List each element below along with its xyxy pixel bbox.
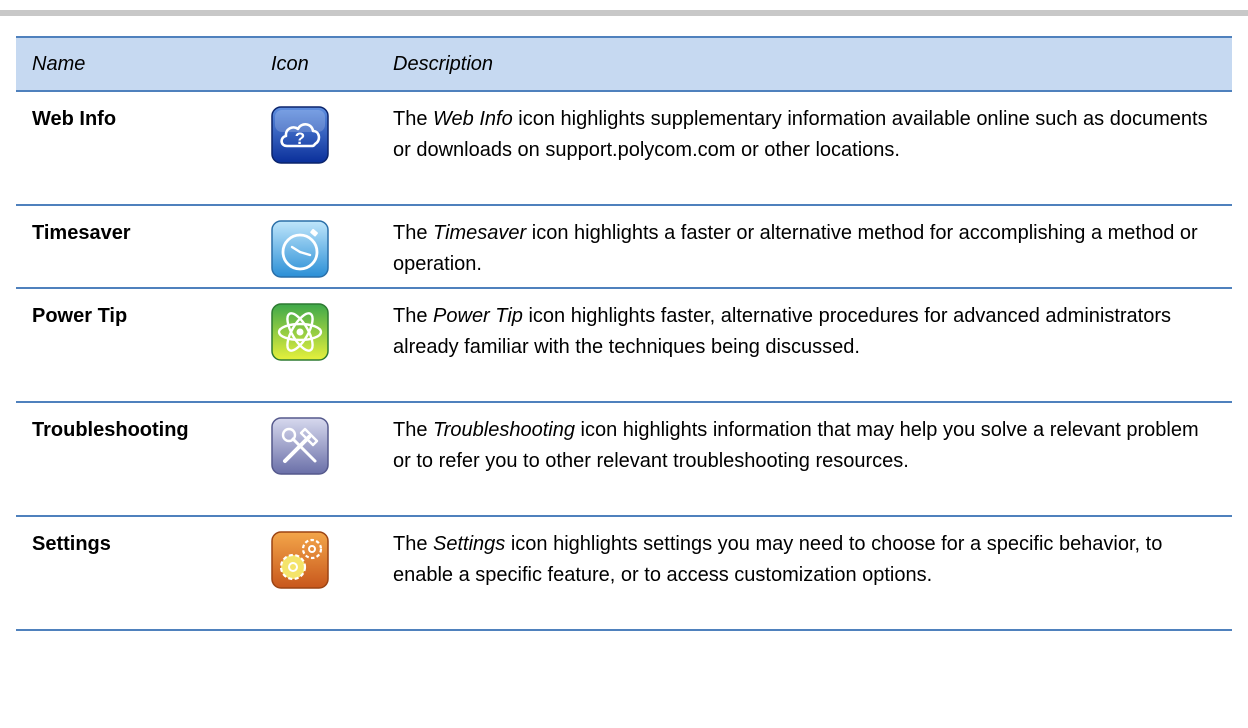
table-row: Troubleshooting The Troubleshooting icon… — [16, 402, 1232, 517]
table-row: Timesaver The Timesaver icon highlights … — [16, 205, 1232, 289]
row-description: The Troubleshooting icon highlights info… — [393, 402, 1232, 517]
top-rule — [0, 10, 1248, 16]
gears-icon — [271, 531, 329, 589]
table-row: Settings The Settings icon highlights se… — [16, 516, 1232, 631]
atom-icon — [271, 303, 329, 361]
stopwatch-icon — [271, 220, 329, 278]
row-description: The Power Tip icon highlights faster, al… — [393, 288, 1232, 403]
table-row: Power Tip The Power Tip icon highlights … — [16, 288, 1232, 403]
header-name: Name — [16, 36, 271, 92]
header-description: Description — [393, 36, 1232, 92]
svg-text:?: ? — [295, 129, 305, 148]
row-description: The Settings icon highlights settings yo… — [393, 516, 1232, 631]
cloud-question-icon: ? — [271, 106, 329, 164]
row-description: The Timesaver icon highlights a faster o… — [393, 205, 1232, 289]
row-description: The Web Info icon highlights supplementa… — [393, 91, 1232, 206]
header-icon: Icon — [271, 36, 393, 92]
row-name: Settings — [16, 516, 271, 631]
row-name: Troubleshooting — [16, 402, 271, 517]
row-name: Web Info — [16, 91, 271, 206]
row-name: Timesaver — [16, 205, 271, 289]
table-header-row: Name Icon Description — [16, 36, 1232, 92]
tools-icon — [271, 417, 329, 475]
table-row: Web Info ? The Web Info icon highlights … — [16, 91, 1232, 206]
icon-legend-table: Name Icon Description Web Info ? The Web… — [16, 36, 1232, 631]
row-name: Power Tip — [16, 288, 271, 403]
